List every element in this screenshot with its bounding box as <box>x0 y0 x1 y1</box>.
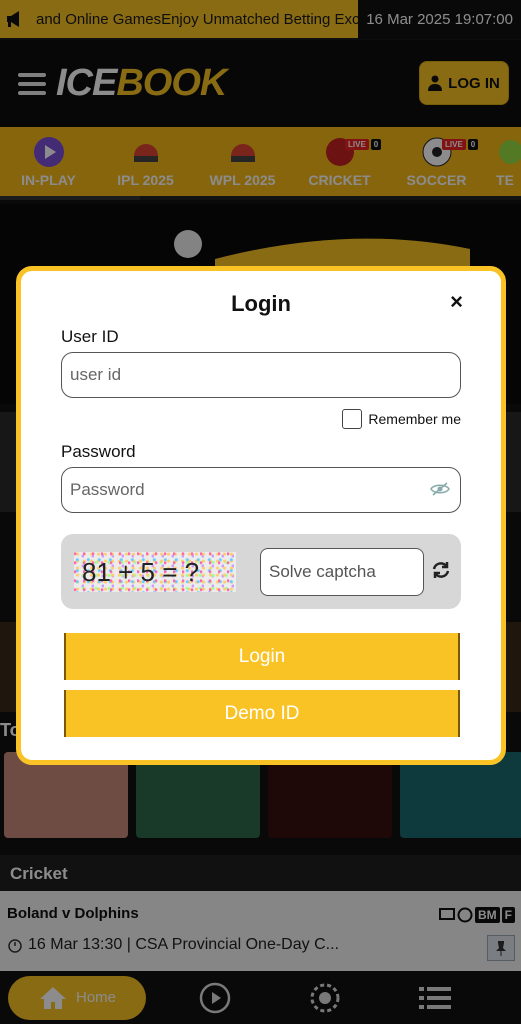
remember-me-label: Remember me <box>368 411 461 427</box>
eye-slash-icon[interactable] <box>430 481 450 502</box>
password-input[interactable] <box>70 480 452 500</box>
modal-title: Login <box>231 291 291 316</box>
password-label: Password <box>61 442 136 461</box>
login-submit-button[interactable]: Login <box>64 633 460 680</box>
refresh-icon[interactable] <box>431 560 451 585</box>
demo-id-button[interactable]: Demo ID <box>64 690 460 737</box>
captcha-image: 81 + 5 = ? <box>74 552 236 592</box>
remember-me-checkbox[interactable] <box>342 409 363 429</box>
captcha-field[interactable] <box>260 548 424 596</box>
user-id-label: User ID <box>61 327 119 346</box>
remember-me[interactable]: Remember me <box>342 409 461 429</box>
user-id-field[interactable] <box>61 352 461 398</box>
login-modal: Login × User ID Remember me Password 81 … <box>16 266 506 765</box>
captcha-input[interactable] <box>269 562 415 582</box>
password-field[interactable] <box>61 467 461 513</box>
captcha-panel: 81 + 5 = ? <box>61 534 461 609</box>
close-icon[interactable]: × <box>450 289 463 315</box>
user-id-input[interactable] <box>70 365 452 385</box>
